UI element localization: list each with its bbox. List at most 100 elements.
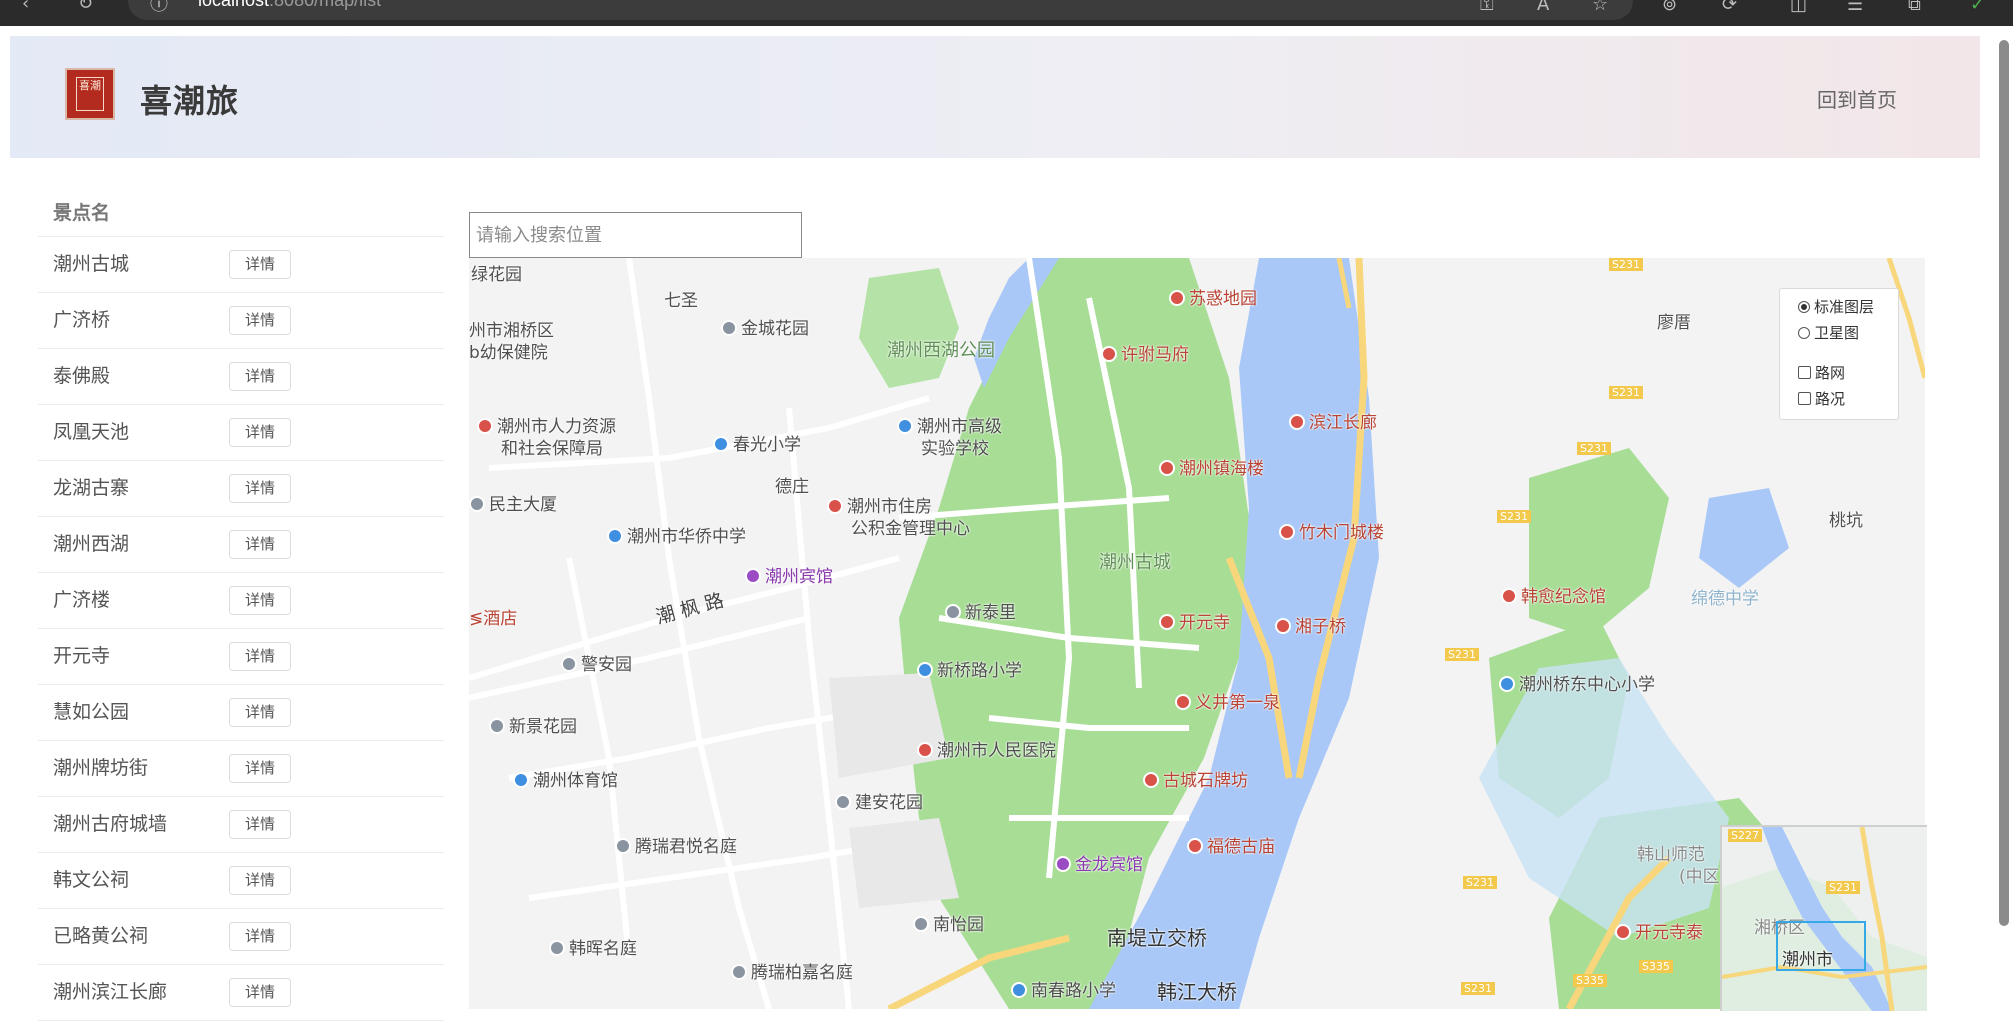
favorites-bar-icon[interactable]: ☰ xyxy=(1847,0,1867,15)
poi-suxidiyuan[interactable]: 苏惑地园 xyxy=(1169,284,1257,309)
location-pin-icon xyxy=(1501,588,1517,604)
detail-button[interactable]: 详情 xyxy=(229,698,291,727)
poi-nanyiyuan[interactable]: 南怡园 xyxy=(913,910,984,935)
poi-zhumumen[interactable]: 竹木门城楼 xyxy=(1279,518,1384,543)
extension-icon[interactable]: ⊚ xyxy=(1662,0,1682,15)
school-pin-icon xyxy=(1499,676,1515,692)
detail-button[interactable]: 详情 xyxy=(229,362,291,391)
poi-xinqiaolu[interactable]: 新桥路小学 xyxy=(917,656,1022,681)
copilot-icon[interactable]: ✓ xyxy=(1970,0,1990,15)
layer-satellite-option[interactable]: 卫星图 xyxy=(1798,323,1859,343)
address-bar[interactable]: ⓘ localhost:8080/map/list xyxy=(128,0,1633,20)
key-icon[interactable]: ⚿ xyxy=(1480,0,1500,15)
label-hotel-edge: ≶酒店 xyxy=(469,609,518,629)
detail-button[interactable]: 详情 xyxy=(229,866,291,895)
poi-binjiang[interactable]: 滨江长廊 xyxy=(1289,408,1377,433)
map-layer-control: 标准图层 卫星图 路网 路况 xyxy=(1779,288,1899,420)
read-aloud-icon[interactable]: A xyxy=(1537,0,1557,15)
location-pin-icon xyxy=(721,320,737,336)
poi-fudemiao[interactable]: 福德古庙 xyxy=(1187,832,1275,857)
poi-minzhu[interactable]: 民主大厦 xyxy=(469,490,557,515)
spot-name: 慧如公园 xyxy=(53,701,130,723)
poi-nanchunlu[interactable]: 南春路小学 xyxy=(1011,976,1116,1001)
poi-binguan[interactable]: 潮州宾馆 xyxy=(745,562,833,587)
poi-yijing[interactable]: 义井第一泉 xyxy=(1175,688,1280,713)
poi-huaqiao[interactable]: 潮州市华侨中学 xyxy=(607,522,746,547)
info-icon[interactable]: ⓘ xyxy=(150,0,168,16)
location-pin-icon xyxy=(1187,838,1203,854)
page-scrollbar[interactable] xyxy=(1999,40,2009,926)
site-header: 喜潮 喜潮旅 回到首页 xyxy=(10,36,1980,158)
location-pin-icon xyxy=(1175,694,1191,710)
location-pin-icon xyxy=(1289,414,1305,430)
overview-viewport-box[interactable] xyxy=(1776,921,1866,971)
location-pin-icon xyxy=(1101,346,1117,362)
poi-hanhui[interactable]: 韩晖名庭 xyxy=(549,934,637,959)
label-dezhuang: 德庄 xyxy=(775,477,809,497)
poi-jianan[interactable]: 建安花园 xyxy=(835,788,923,813)
poi-xinjinghuayuan[interactable]: 新景花园 xyxy=(489,712,577,737)
poi-paifang[interactable]: 古城石牌坊 xyxy=(1143,766,1248,791)
poi-tengruibai[interactable]: 腾瑞柏嘉名庭 xyxy=(731,958,853,983)
detail-button[interactable]: 详情 xyxy=(229,754,291,783)
layer-traffic-option[interactable]: 路况 xyxy=(1798,389,1845,409)
split-screen-icon[interactable]: ◫ xyxy=(1790,0,1810,15)
favorite-icon[interactable]: ☆ xyxy=(1592,0,1612,15)
road-shield-s231: S231 xyxy=(1609,258,1643,271)
poi-chunguang[interactable]: 春光小学 xyxy=(713,430,801,455)
location-search-input[interactable] xyxy=(469,212,802,258)
poi-kaiyuansi[interactable]: 开元寺 xyxy=(1159,608,1230,633)
poi-xiangziqiao[interactable]: 湘子桥 xyxy=(1275,612,1346,637)
brand-logo[interactable]: 喜潮 xyxy=(65,68,115,120)
address-url: localhost:8080/map/list xyxy=(198,0,382,10)
detail-button[interactable]: 详情 xyxy=(229,922,291,951)
location-pin-icon xyxy=(615,838,631,854)
collections-icon[interactable]: ⧉ xyxy=(1908,0,1928,15)
detail-button[interactable]: 详情 xyxy=(229,474,291,503)
detail-button[interactable]: 详情 xyxy=(229,530,291,559)
back-icon[interactable]: ‹ xyxy=(22,0,29,13)
map-view[interactable]: 绿花园 七圣 金城花园 潮州西湖公园 苏惑地园 许驸马府 州市湘桥区 b幼保健院… xyxy=(469,258,1925,1009)
label-baojianyuan: b幼保健院 xyxy=(469,343,548,363)
hotel-pin-icon xyxy=(1055,856,1071,872)
poi-qiaodong-primary[interactable]: 潮州桥东中心小学 xyxy=(1499,670,1655,695)
road-shield-s335: S335 xyxy=(1573,974,1607,987)
detail-button[interactable]: 详情 xyxy=(229,418,291,447)
location-pin-icon xyxy=(1279,524,1295,540)
poi-kaiyuan-2[interactable]: 开元寺泰 xyxy=(1615,918,1703,943)
spot-name: 广济桥 xyxy=(53,309,111,331)
poi-tengrui[interactable]: 腾瑞君悦名庭 xyxy=(615,832,737,857)
location-pin-icon xyxy=(1159,614,1175,630)
poi-tiyuguan[interactable]: 潮州体育馆 xyxy=(513,766,618,791)
label-gaoji-2: 实验学校 xyxy=(921,439,989,459)
poi-xintaili[interactable]: 新泰里 xyxy=(945,598,1016,623)
overview-map[interactable]: S227 S231 湘桥区 潮州市 xyxy=(1720,825,1927,1011)
list-item: 潮州古城 详情 xyxy=(38,237,444,293)
school-pin-icon xyxy=(917,662,933,678)
detail-button[interactable]: 详情 xyxy=(229,306,291,335)
layer-roads-option[interactable]: 路网 xyxy=(1798,363,1845,383)
detail-button[interactable]: 详情 xyxy=(229,978,291,1007)
poi-jinganyuan[interactable]: 警安园 xyxy=(561,650,632,675)
spot-name: 泰佛殿 xyxy=(53,365,111,387)
hospital-pin-icon xyxy=(917,742,933,758)
poi-jinlong[interactable]: 金龙宾馆 xyxy=(1055,850,1143,875)
detail-button[interactable]: 详情 xyxy=(229,642,291,671)
detail-button[interactable]: 详情 xyxy=(229,810,291,839)
back-home-link[interactable]: 回到首页 xyxy=(1817,84,1897,113)
reload-icon[interactable]: ↻ xyxy=(78,0,93,13)
refresh-extension-icon[interactable]: ⟳ xyxy=(1722,0,1742,15)
detail-button[interactable]: 详情 xyxy=(229,250,291,279)
list-item: 开元寺 详情 xyxy=(38,629,444,685)
list-item: 慧如公园 详情 xyxy=(38,685,444,741)
spot-name: 开元寺 xyxy=(53,645,111,667)
poi-renminyiyuan[interactable]: 潮州市人民医院 xyxy=(917,736,1056,761)
poi-jinchenghuayuan[interactable]: 金城花园 xyxy=(721,314,809,339)
scenic-spot-list: 景点名 潮州古城 详情 广济桥 详情 泰佛殿 详情 凤凰天池 详情 龙湖古寨 详情 潮州西湖 详情 广济… xyxy=(38,190,444,1021)
poi-zhenhailou[interactable]: 潮州镇海楼 xyxy=(1159,454,1264,479)
poi-xumafu[interactable]: 许驸马府 xyxy=(1101,340,1189,365)
poi-hanyu[interactable]: 韩愈纪念馆 xyxy=(1501,582,1606,607)
detail-button[interactable]: 详情 xyxy=(229,586,291,615)
layer-standard-option[interactable]: 标准图层 xyxy=(1798,297,1874,317)
location-pin-icon xyxy=(1169,290,1185,306)
